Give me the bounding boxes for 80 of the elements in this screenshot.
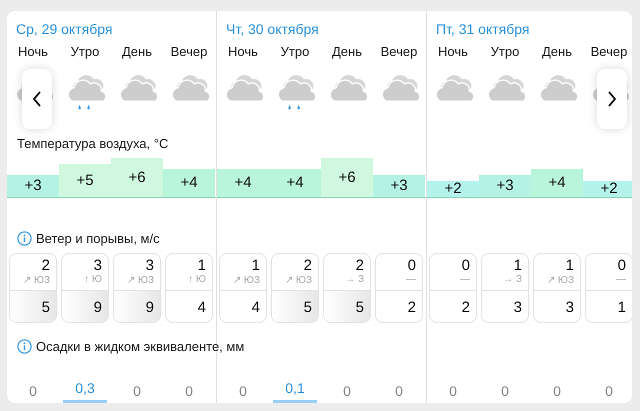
wind-speed: 1 (564, 256, 575, 274)
wind-direction: ↗ ЮЗ (284, 274, 313, 288)
gust-speed: 9 (62, 290, 108, 322)
period-label: Ночь (437, 44, 469, 60)
wind-direction: — (459, 274, 471, 288)
wind-speed: 1 (250, 256, 261, 274)
gust-speed: 3 (534, 290, 580, 322)
precipitation-value: 0 (448, 383, 458, 402)
wind-speed: 2 (40, 256, 51, 274)
wind-direction: → З (344, 274, 365, 288)
temperature-value: +3 (390, 177, 408, 194)
section-title: Осадки в жидком эквиваленте, мм (36, 338, 244, 354)
temperature-value: +4 (234, 174, 252, 192)
gust-speed: 2 (430, 290, 476, 322)
precipitation-value: 0 (500, 383, 510, 402)
gust-speed: 3 (482, 290, 528, 322)
period-label: Вечер (380, 44, 418, 60)
info-icon[interactable] (17, 230, 32, 246)
precipitation-value: 0 (238, 383, 248, 402)
wind-speed: 2 (302, 256, 313, 274)
period-label: Вечер (170, 44, 208, 60)
wind-speed: 3 (92, 256, 103, 274)
precipitation-value: 0 (604, 383, 614, 402)
wind-speed: 0 (616, 256, 627, 274)
gust-speed: 9 (114, 290, 160, 322)
section-title: Температура воздуха, °C (17, 136, 168, 152)
wind-speed: 0 (406, 256, 417, 274)
temperature-value: +2 (600, 180, 618, 198)
gust-speed: 1 (586, 290, 632, 322)
wind-speed: 0 (460, 256, 471, 274)
temperature-value: +3 (496, 177, 514, 194)
period-label: День (331, 44, 363, 60)
period-label: Утро (280, 44, 310, 60)
day-date: Ср, 29 октября (15, 20, 114, 39)
wind-speed: 3 (144, 256, 155, 274)
period-label: День (121, 44, 153, 60)
gust-speed: 5 (10, 290, 56, 322)
wind-direction: ↗ ЮЗ (126, 274, 155, 288)
wind-direction: — (405, 274, 417, 288)
wind-speed: 2 (354, 256, 365, 274)
wind-direction: — (615, 274, 627, 288)
temperature-value: +5 (76, 172, 94, 189)
temperature-value: +4 (548, 174, 566, 192)
precipitation-value: 0 (132, 383, 142, 402)
period-label: Вечер (590, 44, 628, 60)
temperature-value: +3 (24, 177, 42, 194)
period-label: Ночь (17, 44, 49, 60)
wind-direction: ↑ Ю (187, 274, 207, 288)
wind-speed: 1 (196, 256, 207, 274)
precipitation-value: 0 (394, 383, 404, 402)
gust-speed: 5 (272, 290, 318, 322)
temperature-value: +6 (128, 168, 146, 186)
precipitation-value: 0,1 (273, 380, 317, 403)
period-label: Ночь (227, 44, 259, 60)
period-label: Утро (490, 44, 520, 60)
precipitation-value: 0 (184, 383, 194, 402)
info-icon[interactable] (17, 338, 32, 354)
precipitation-value: 0 (28, 383, 38, 402)
wind-speed: 1 (512, 256, 523, 274)
day-date: Чт, 30 октября (225, 20, 320, 39)
wind-direction: ↗ ЮЗ (546, 274, 575, 288)
wind-direction: ↗ ЮЗ (22, 274, 51, 288)
precipitation-value: 0,3 (63, 380, 107, 403)
precipitation-value: 0 (552, 383, 562, 402)
day-date: Пт, 31 октября (435, 20, 530, 39)
precipitation-value: 0 (342, 383, 352, 402)
period-label: Утро (70, 44, 100, 60)
wind-direction: ↗ ЮЗ (232, 274, 261, 288)
section-title: Ветер и порывы, м/с (36, 230, 160, 246)
gust-speed: 2 (376, 290, 422, 322)
gust-speed: 4 (166, 290, 212, 322)
period-label: День (541, 44, 573, 60)
temperature-value: +4 (180, 174, 198, 192)
gust-speed: 5 (324, 290, 370, 322)
temperature-value: +2 (444, 180, 462, 198)
temperature-value: +6 (338, 168, 356, 186)
wind-direction: → З (502, 274, 523, 288)
temperature-value: +4 (286, 174, 304, 192)
gust-speed: 4 (220, 290, 266, 322)
wind-direction: ↑ Ю (83, 274, 103, 288)
